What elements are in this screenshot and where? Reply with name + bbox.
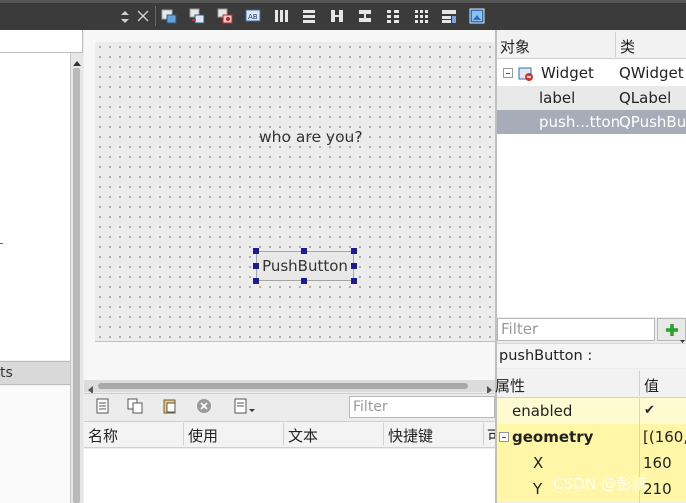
column-separator xyxy=(183,423,184,445)
column-separator xyxy=(283,423,284,445)
edit-tab-order-icon[interactable]: AB xyxy=(245,8,261,24)
layout-form-icon[interactable] xyxy=(385,8,401,24)
layout-vertical-icon[interactable] xyxy=(301,8,317,24)
action-filter-placeholder: Filter xyxy=(353,399,388,415)
configure-view-icon[interactable] xyxy=(233,398,257,414)
break-layout-icon[interactable] xyxy=(441,8,457,24)
property-name: enabled xyxy=(512,402,573,420)
property-name: X xyxy=(533,454,544,472)
watermark: CSDN @彭鹏 xyxy=(553,475,648,493)
new-action-icon[interactable] xyxy=(95,398,111,414)
widget-box-tick xyxy=(0,243,3,244)
action-column-checkable-clip: 可 xyxy=(487,421,495,448)
add-dynamic-property-button[interactable] xyxy=(657,318,686,343)
property-value: 160 xyxy=(643,454,672,472)
action-table-body[interactable] xyxy=(84,449,495,503)
object-row-widget[interactable]: Widget QWidget xyxy=(497,61,686,85)
action-column-checkable[interactable]: 可 xyxy=(487,425,495,446)
widget-box-list[interactable] xyxy=(0,53,70,360)
selection-handle[interactable] xyxy=(351,278,357,284)
layout-horizontal-icon[interactable] xyxy=(273,8,289,24)
property-name: geometry xyxy=(512,428,594,446)
column-separator xyxy=(483,423,484,445)
object-column-label[interactable]: 对象 xyxy=(500,36,530,57)
edit-widgets-icon[interactable] xyxy=(161,8,177,24)
toolbar-spinner-icon[interactable] xyxy=(120,10,130,24)
selection-handle[interactable] xyxy=(301,278,307,284)
action-column-text[interactable]: 文本 xyxy=(288,425,318,446)
object-name: label xyxy=(539,89,576,107)
column-separator xyxy=(383,423,384,445)
object-class: QPushButton xyxy=(619,113,686,131)
property-row-enabled[interactable]: enabled ✔ xyxy=(497,398,686,424)
layout-horizontal-splitter-icon[interactable] xyxy=(329,8,345,24)
collapse-toggle-icon[interactable] xyxy=(499,432,509,442)
object-filter-input[interactable]: Filter xyxy=(497,318,655,341)
layout-grid-icon[interactable] xyxy=(413,8,429,24)
delete-action-icon[interactable] xyxy=(196,398,212,414)
action-column-name[interactable]: 名称 xyxy=(88,425,118,446)
qt-designer-window: { "toolbar": { "icons": ["adjust-size-ic… xyxy=(0,0,686,503)
scroll-up-arrow-icon[interactable] xyxy=(73,56,81,66)
form-canvas[interactable] xyxy=(95,42,495,342)
window-top-strip xyxy=(0,0,686,3)
object-class: QWidget xyxy=(619,64,684,82)
checkbox-checked-icon[interactable]: ✔ xyxy=(644,398,655,424)
edit-buddies-icon[interactable] xyxy=(217,8,233,24)
widget-icon xyxy=(518,65,534,81)
plus-icon xyxy=(664,322,680,338)
object-class: QLabel xyxy=(619,89,672,107)
widget-box-bottom-list xyxy=(0,386,70,503)
scroll-left-arrow-icon[interactable] xyxy=(87,382,95,394)
widget-box-scrollbar-thumb[interactable] xyxy=(73,68,80,503)
object-name: Widget xyxy=(541,64,594,82)
chevron-down-icon xyxy=(680,332,685,343)
object-name: push...tton xyxy=(539,113,621,131)
property-column-label[interactable]: 属性 xyxy=(495,375,525,396)
action-filter-input[interactable]: Filter xyxy=(349,396,495,418)
widget-box-category[interactable]: ts xyxy=(0,361,70,385)
property-name: Y xyxy=(533,480,543,498)
close-icon[interactable] xyxy=(137,10,149,22)
selection-handle[interactable] xyxy=(351,263,357,269)
copy-action-icon[interactable] xyxy=(127,398,143,414)
toolbar-separator xyxy=(155,6,156,26)
form-label[interactable]: who are you? xyxy=(259,128,363,146)
collapse-toggle-icon[interactable] xyxy=(503,68,513,78)
paste-action-icon[interactable] xyxy=(162,398,178,414)
selection-handle[interactable] xyxy=(253,248,259,254)
widget-box-filter[interactable] xyxy=(0,30,83,53)
object-filter-placeholder: Filter xyxy=(501,320,539,338)
form-push-button[interactable]: PushButton xyxy=(256,251,354,281)
property-value: [(160, xyxy=(643,428,686,446)
property-editor-title: pushButton : QPushButton xyxy=(497,343,686,388)
selection-handle[interactable] xyxy=(253,278,259,284)
widget-box-category-label: ts xyxy=(0,365,13,381)
object-row-label[interactable]: label QLabel xyxy=(497,86,686,110)
property-row-geometry[interactable]: geometry [(160, xyxy=(497,424,686,450)
selection-handle[interactable] xyxy=(351,248,357,254)
selection-handle[interactable] xyxy=(301,248,307,254)
object-row-pushbutton[interactable]: push...tton QPushButton xyxy=(497,110,686,134)
scroll-right-arrow-icon[interactable] xyxy=(485,382,493,394)
property-value: 210 xyxy=(643,480,672,498)
value-column-label[interactable]: 值 xyxy=(644,375,659,396)
form-horizontal-scrollbar-thumb[interactable] xyxy=(98,383,468,389)
svg-text:AB: AB xyxy=(248,13,258,21)
edit-signals-slots-icon[interactable] xyxy=(189,8,205,24)
column-separator xyxy=(639,371,640,396)
column-separator xyxy=(615,32,616,57)
action-column-used[interactable]: 使用 xyxy=(188,425,218,446)
class-column-label[interactable]: 类 xyxy=(620,36,635,57)
selection-handle[interactable] xyxy=(253,263,259,269)
action-column-shortcut[interactable]: 快捷键 xyxy=(388,425,433,446)
layout-vertical-splitter-icon[interactable] xyxy=(357,8,373,24)
preview-icon[interactable] xyxy=(469,8,485,24)
